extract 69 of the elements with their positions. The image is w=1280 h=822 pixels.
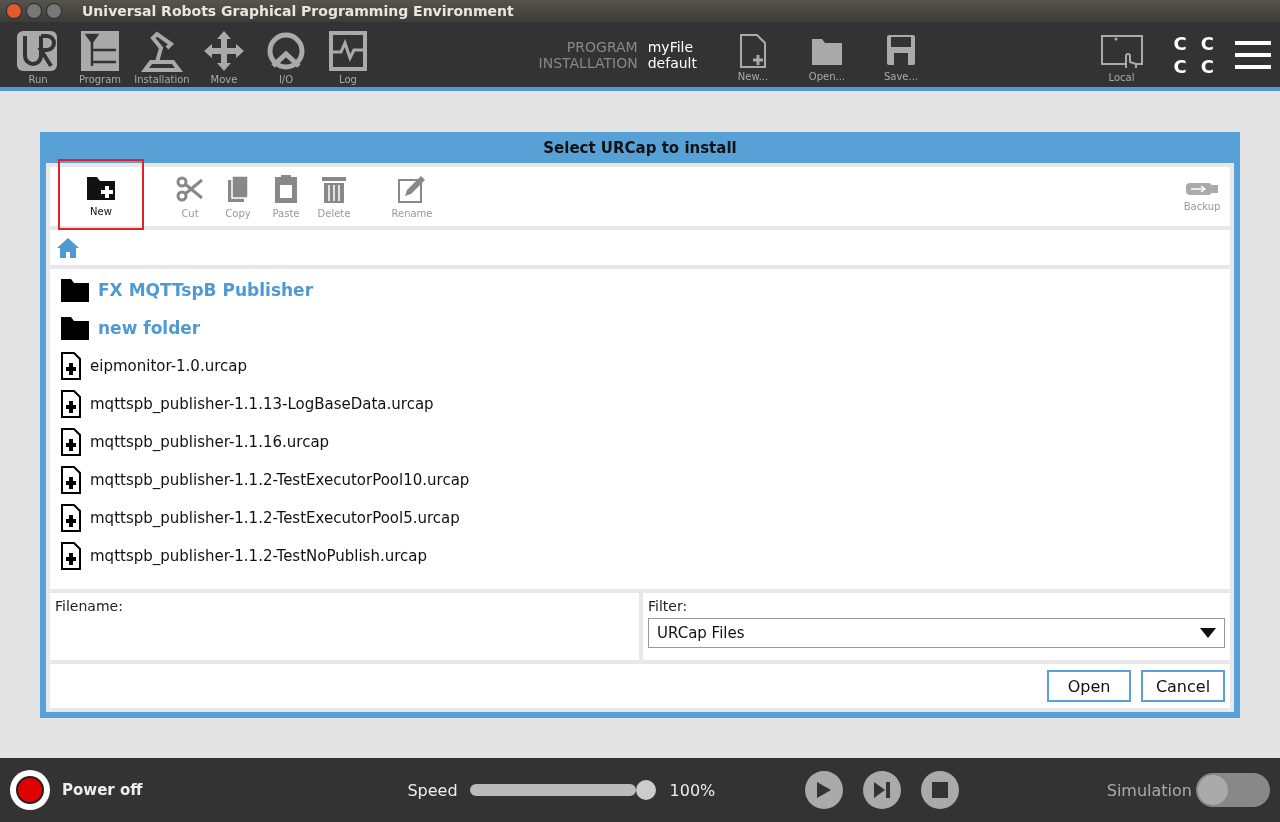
installation-value: default [647, 54, 697, 71]
nav-tab[interactable]: Program [70, 24, 130, 85]
power-status: Power off [62, 781, 143, 799]
status-letter: C [1173, 55, 1187, 77]
file-name[interactable]: mqttspb_publisher-1.1.2-TestExecutorPool10.urcap [90, 471, 470, 489]
stop-icon [932, 782, 949, 798]
file-icon [60, 466, 82, 494]
file-name[interactable]: mqttspb_publisher-1.1.16.urcap [90, 433, 330, 451]
folder-icon [60, 315, 90, 341]
program-value: myFile [647, 38, 695, 55]
robot-arm-icon [139, 30, 185, 72]
file-icon [60, 390, 82, 418]
toolbar-button[interactable]: New [58, 159, 144, 230]
stop-button[interactable] [921, 771, 960, 809]
status-letter: C [1200, 55, 1214, 77]
speed-reading: 100% [669, 780, 716, 800]
maximize-button[interactable] [46, 3, 62, 19]
power-button[interactable] [10, 770, 50, 810]
program-label: PROGRAM [565, 38, 638, 55]
filter-dropdown[interactable]: URCap Files [648, 618, 1225, 648]
simulation-toggle[interactable] [1196, 773, 1270, 807]
file-icon [60, 352, 82, 380]
filter-label: Filter: [648, 598, 689, 614]
file-icon [60, 428, 82, 456]
nav-tab[interactable]: Installation [132, 24, 192, 85]
status-letter: C [1173, 32, 1187, 54]
skip-forward-icon [873, 781, 892, 799]
menu-icon[interactable] [1234, 39, 1272, 70]
close-button[interactable] [6, 3, 22, 19]
file-action-button[interactable]: New... [722, 27, 783, 82]
folder-name[interactable]: FX MQTTspB Publisher [98, 280, 313, 300]
file-icon [60, 504, 82, 532]
caret-icon [1200, 628, 1216, 638]
file-icon [60, 542, 82, 570]
dialog-button[interactable]: Open [1047, 670, 1131, 702]
pencil-square-icon [397, 174, 427, 204]
scissors-icon [175, 174, 205, 204]
new-file-icon [737, 33, 768, 69]
nav-tab[interactable]: I/O [256, 24, 316, 85]
file-action-button[interactable]: Open... [796, 27, 857, 82]
nav-tab[interactable]: Move [194, 24, 254, 85]
trash-icon [319, 174, 349, 204]
installation-label: INSTALLATION [538, 54, 638, 71]
local-control-button[interactable]: Local [1091, 26, 1152, 83]
file-name[interactable]: mqttspb_publisher-1.1.2-TestNoPublish.urcap [90, 547, 427, 565]
window-title: Universal Robots Graphical Programming Environment [82, 3, 514, 19]
file-action-button[interactable]: Save... [870, 27, 931, 82]
usb-drive-icon [1185, 181, 1219, 197]
backup-button[interactable]: Backup [1174, 167, 1230, 226]
file-name[interactable]: eipmonitor-1.0.urcap [90, 357, 247, 375]
home-icon[interactable] [56, 236, 80, 259]
folder-icon [60, 277, 90, 303]
tablet-touch-icon [1099, 32, 1144, 70]
folder-name[interactable]: new folder [98, 318, 201, 338]
dialog-button[interactable]: Cancel [1141, 670, 1225, 702]
slider-thumb[interactable] [635, 780, 656, 800]
minimize-button[interactable] [26, 3, 42, 19]
simulation-label: Simulation [1106, 780, 1192, 800]
power-status-icon [15, 775, 45, 805]
file-name[interactable]: mqttspb_publisher-1.1.2-TestExecutorPool5.urcap [90, 509, 460, 527]
nav-tab[interactable]: Log [318, 24, 378, 85]
status-letter: C [1200, 32, 1214, 54]
speed-label: Speed [407, 780, 458, 800]
nav-tab[interactable]: Run [8, 24, 68, 85]
file-name[interactable]: mqttspb_publisher-1.1.13-LogBaseData.urcap [90, 395, 434, 413]
step-button[interactable] [863, 771, 902, 809]
filename-label: Filename: [55, 598, 124, 614]
play-icon [816, 781, 833, 799]
play-button[interactable] [805, 771, 844, 809]
